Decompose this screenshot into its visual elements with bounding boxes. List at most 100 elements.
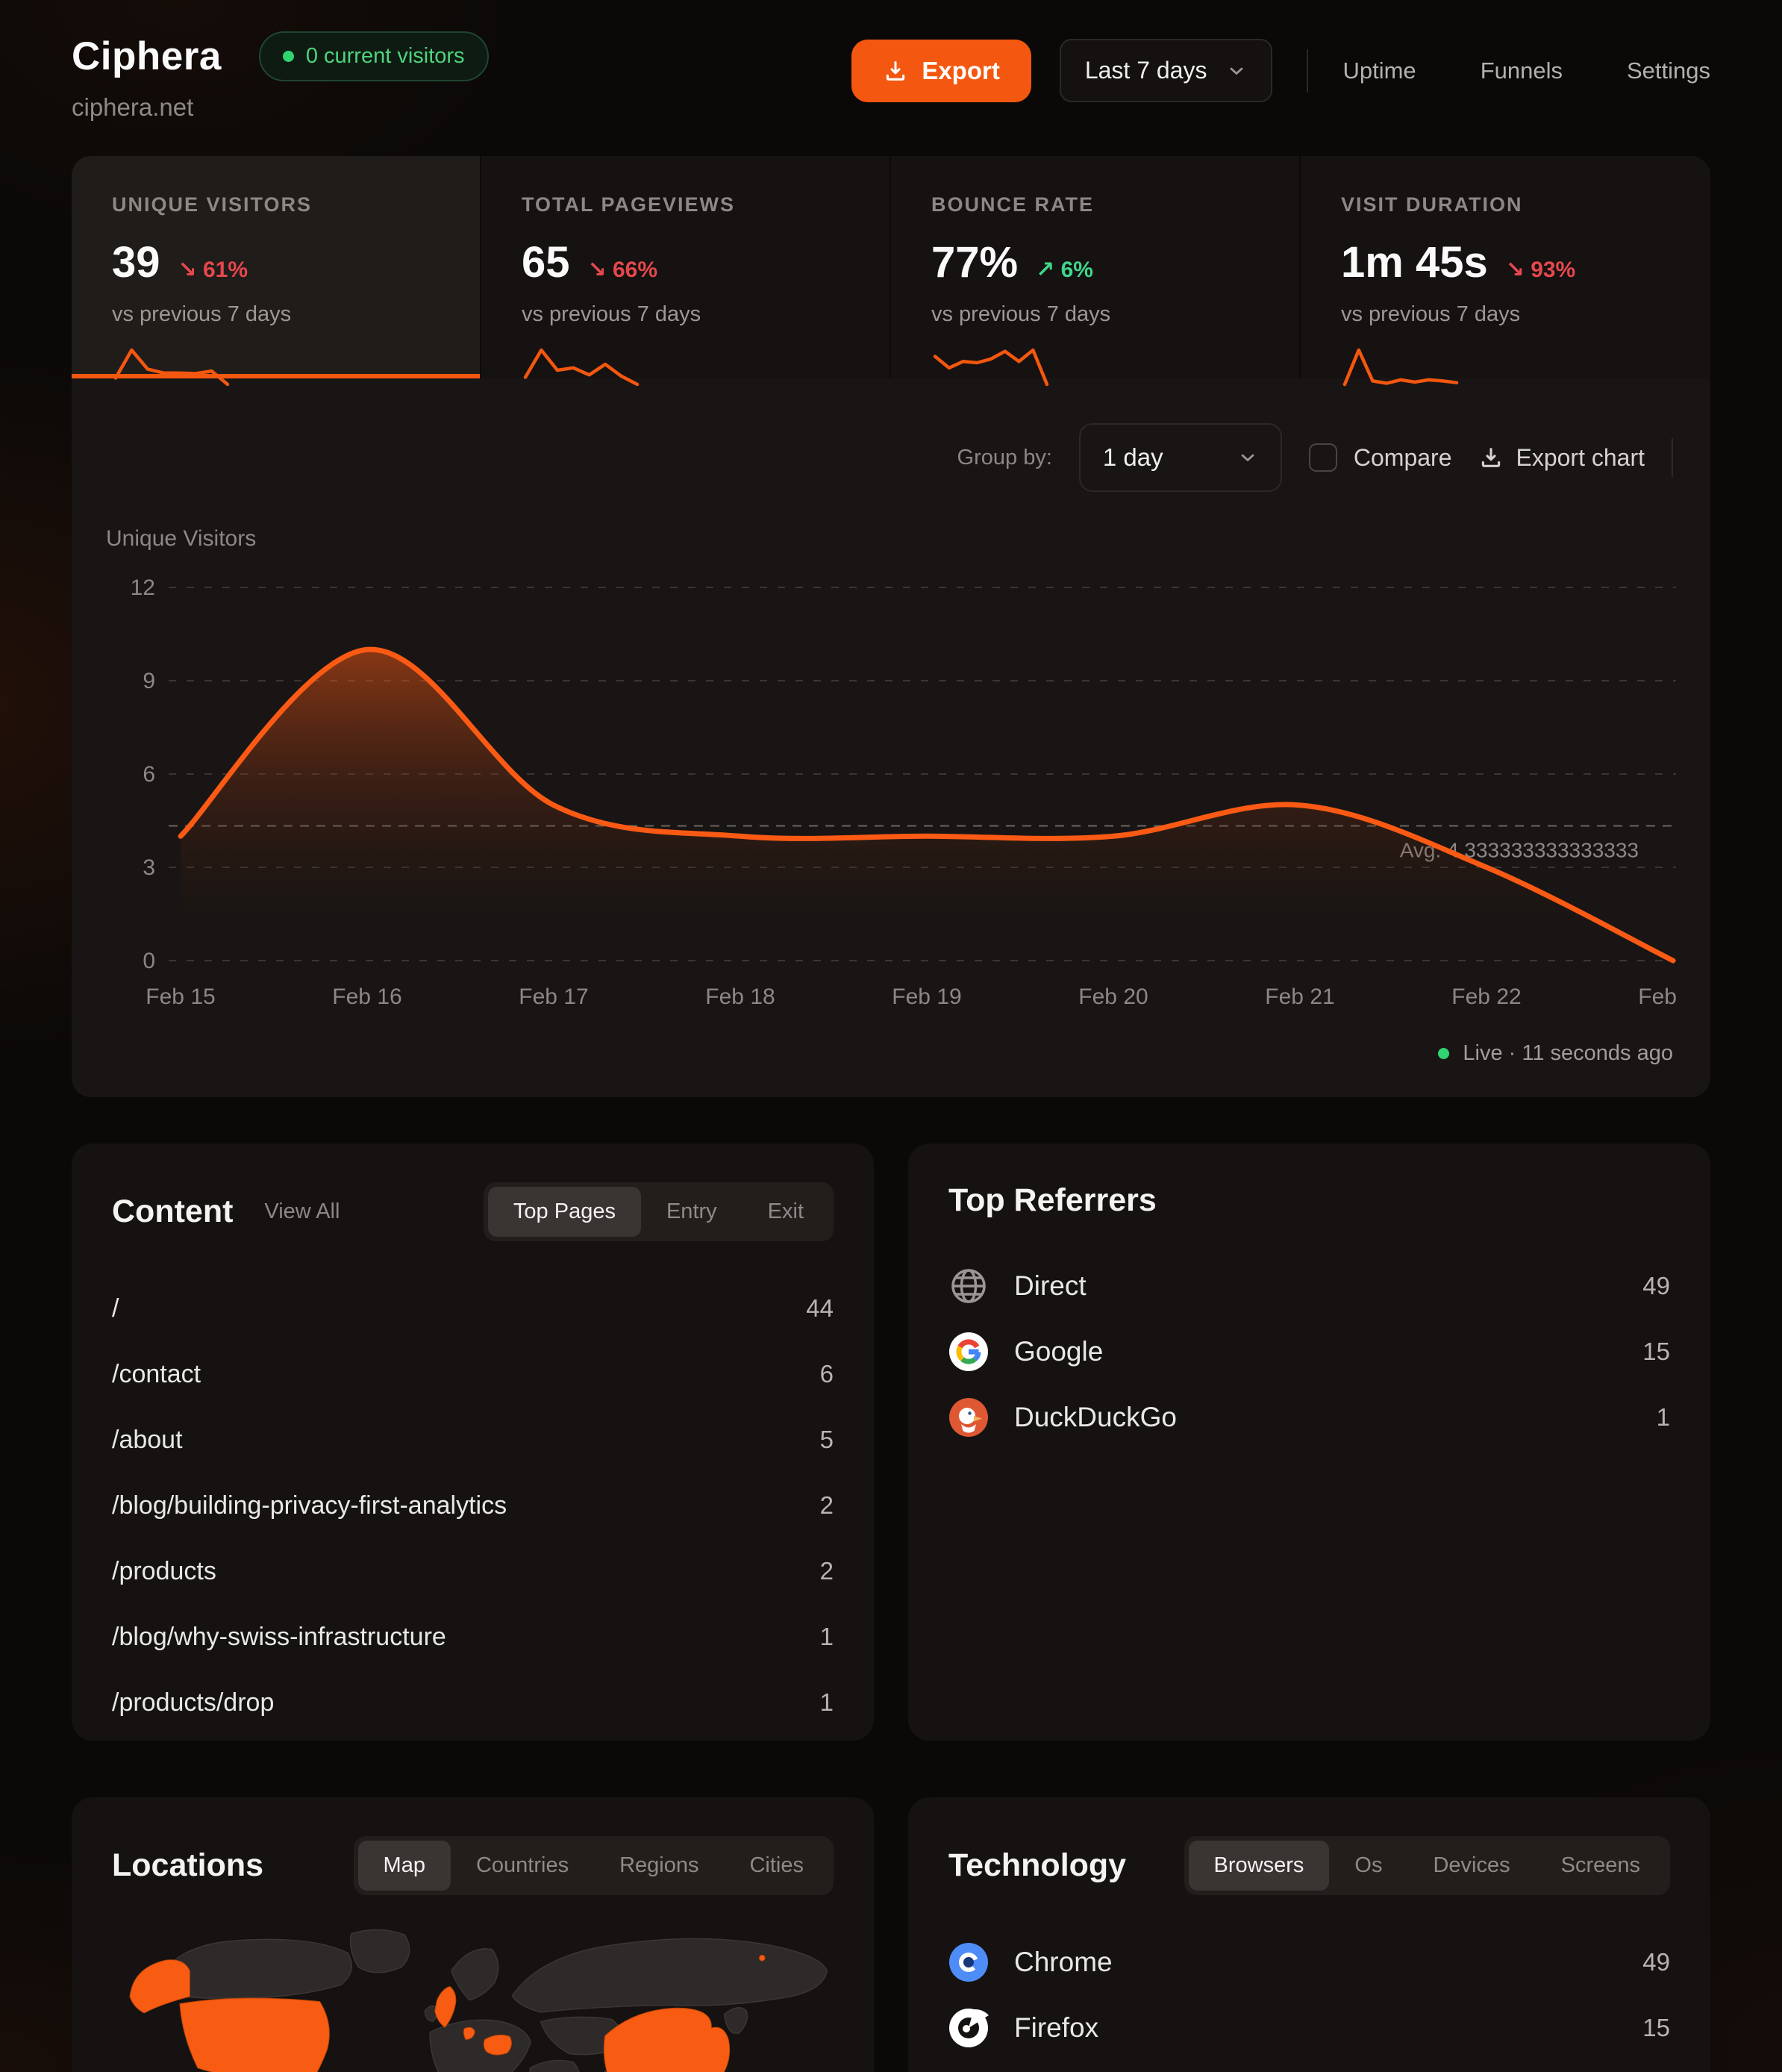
locations-tab-countries[interactable]: Countries: [451, 1841, 594, 1891]
unique-visitors-chart[interactable]: 036912Avg: 4.333333333333333Feb 15Feb 16…: [106, 556, 1676, 1034]
technology-list: Chrome49Firefox15: [948, 1929, 1670, 2072]
content-row-products-drop[interactable]: /products/drop 1: [112, 1670, 834, 1735]
technology-tab-browsers[interactable]: Browsers: [1189, 1841, 1330, 1891]
nav-link-settings[interactable]: Settings: [1627, 57, 1710, 84]
compare-checkbox[interactable]: [1309, 443, 1337, 472]
content-tabs: Top PagesEntryExit: [484, 1182, 834, 1241]
referrer-name: Google: [1014, 1336, 1103, 1367]
technology-tabs: BrowsersOsDevicesScreens: [1184, 1836, 1670, 1895]
sparkline-chart: [112, 346, 231, 388]
browser-name: Chrome: [1014, 1947, 1113, 1978]
page-path: /products/drop: [112, 1688, 274, 1717]
analytics-dashboard: Ciphera 0 current visitors ciphera.net E…: [0, 0, 1782, 2072]
firefox-icon: [948, 2008, 989, 2048]
overview-panel: UNIQUE VISITORS39↘ 61%vs previous 7 days…: [72, 156, 1710, 1097]
stat-card-unique-visitors[interactable]: UNIQUE VISITORS39↘ 61%vs previous 7 days: [72, 156, 481, 378]
content-row-about[interactable]: /about5: [112, 1407, 834, 1473]
country-scandinavia: [451, 1949, 498, 2000]
technology-tab-os[interactable]: Os: [1329, 1841, 1407, 1891]
sparkline-chart: [522, 346, 641, 388]
nav-link-funnels[interactable]: Funnels: [1481, 57, 1563, 84]
referrer-count: 15: [1642, 1338, 1670, 1366]
svg-text:Feb 18: Feb 18: [705, 984, 775, 1009]
referrer-row-duckduckgo[interactable]: DuckDuckGo1: [948, 1385, 1670, 1450]
stat-value: 1m 45s: [1341, 237, 1488, 287]
page-count: 2: [820, 1557, 834, 1585]
page-path: /products: [112, 1557, 216, 1586]
nav-link-uptime[interactable]: Uptime: [1342, 57, 1416, 84]
country-romania-highlight: [484, 2035, 511, 2055]
svg-text:6: 6: [143, 762, 155, 787]
sparkline-chart: [1341, 346, 1460, 388]
technology-title: Technology: [948, 1847, 1126, 1884]
date-range-select[interactable]: Last 7 days: [1060, 39, 1273, 102]
country-china-highlight: [604, 2008, 729, 2072]
group-by-label: Group by:: [957, 446, 1052, 470]
group-by-select[interactable]: 1 day: [1079, 423, 1282, 492]
date-range-value: Last 7 days: [1085, 57, 1207, 84]
header-divider: [1307, 49, 1308, 93]
locations-tab-map[interactable]: Map: [358, 1841, 451, 1891]
browser-name: Firefox: [1014, 2012, 1098, 2044]
download-icon: [1478, 445, 1504, 470]
locations-tab-regions[interactable]: Regions: [594, 1841, 724, 1891]
sparkline-chart: [931, 346, 1051, 388]
content-row-products[interactable]: /products 2: [112, 1538, 834, 1604]
locations-panel: Locations MapCountriesRegionsCities: [72, 1797, 874, 2072]
header: Ciphera 0 current visitors ciphera.net E…: [72, 0, 1710, 122]
technology-tab-screens[interactable]: Screens: [1536, 1841, 1666, 1891]
referrer-row-google[interactable]: Google 15: [948, 1319, 1670, 1385]
content-tab-exit[interactable]: Exit: [742, 1187, 829, 1237]
svg-text:0: 0: [143, 949, 155, 973]
stat-card-total-pageviews[interactable]: TOTAL PAGEVIEWS65↘ 66%vs previous 7 days: [481, 156, 891, 378]
content-row-[interactable]: /44: [112, 1276, 834, 1341]
browser-row-partial[interactable]: [948, 2061, 1670, 2072]
export-chart-button[interactable]: Export chart: [1478, 444, 1645, 472]
referrers-list: Direct49 Google 15 DuckDuckGo1: [948, 1253, 1670, 1450]
export-button[interactable]: Export: [851, 40, 1031, 102]
page-count: 5: [820, 1426, 834, 1454]
svg-text:12: 12: [131, 575, 155, 600]
page-path: /blog/building-privacy-first-analytics: [112, 1491, 507, 1520]
locations-tab-cities[interactable]: Cities: [724, 1841, 829, 1891]
chevron-down-icon: [1226, 60, 1247, 81]
duckduckgo-icon: [948, 1397, 989, 1438]
technology-tab-devices[interactable]: Devices: [1407, 1841, 1535, 1891]
content-row-blog-building-privacy-first-analytics[interactable]: /blog/building-privacy-first-analytics 2: [112, 1473, 834, 1538]
stat-label: VISIT DURATION: [1341, 193, 1670, 216]
stat-card-visit-duration[interactable]: VISIT DURATION1m 45s↘ 93%vs previous 7 d…: [1301, 156, 1710, 378]
compare-toggle[interactable]: Compare: [1309, 443, 1452, 472]
referrer-row-direct[interactable]: Direct49: [948, 1253, 1670, 1319]
group-by-value: 1 day: [1103, 443, 1163, 472]
svg-text:Feb 19: Feb 19: [892, 984, 961, 1009]
content-tab-entry[interactable]: Entry: [641, 1187, 742, 1237]
country-dot-highlight: [759, 1955, 765, 1961]
stat-delta: ↘ 93%: [1506, 257, 1576, 283]
stat-compare-label: vs previous 7 days: [931, 302, 1259, 327]
content-tab-top-pages[interactable]: Top Pages: [488, 1187, 641, 1237]
current-visitors-label: 0 current visitors: [306, 44, 465, 69]
browser-row-firefox[interactable]: Firefox15: [948, 1995, 1670, 2061]
svg-text:Feb 17: Feb 17: [519, 984, 588, 1009]
country-japan: [725, 2008, 748, 2034]
chevron-down-icon: [1237, 447, 1258, 468]
world-map[interactable]: [112, 1928, 834, 2072]
page-count: 2: [820, 1491, 834, 1520]
page-count: 1: [820, 1688, 834, 1717]
view-all-link[interactable]: View All: [264, 1199, 340, 1224]
live-dot-icon: [283, 51, 294, 62]
stat-delta: ↘ 66%: [588, 257, 658, 283]
controls-divider: [1672, 438, 1673, 477]
browser-row-chrome[interactable]: Chrome49: [948, 1929, 1670, 1995]
chart-controls: Group by: 1 day Compare Export chart: [72, 378, 1710, 492]
page-path: /blog/why-swiss-infrastructure: [112, 1623, 446, 1652]
content-row-contact[interactable]: /contact6: [112, 1341, 834, 1407]
stat-delta: ↗ 6%: [1036, 257, 1093, 283]
referrer-count: 1: [1657, 1403, 1670, 1432]
stat-card-bounce-rate[interactable]: BOUNCE RATE77%↗ 6%vs previous 7 days: [891, 156, 1301, 378]
svg-text:Feb 22: Feb 22: [1451, 984, 1521, 1009]
lists-row: Content View All Top PagesEntryExit /44/…: [72, 1143, 1710, 1741]
svg-text:Feb 15: Feb 15: [146, 984, 215, 1009]
content-row-blog-why-swiss-infrastructure[interactable]: /blog/why-swiss-infrastructure1: [112, 1604, 834, 1670]
stat-compare-label: vs previous 7 days: [522, 302, 849, 327]
